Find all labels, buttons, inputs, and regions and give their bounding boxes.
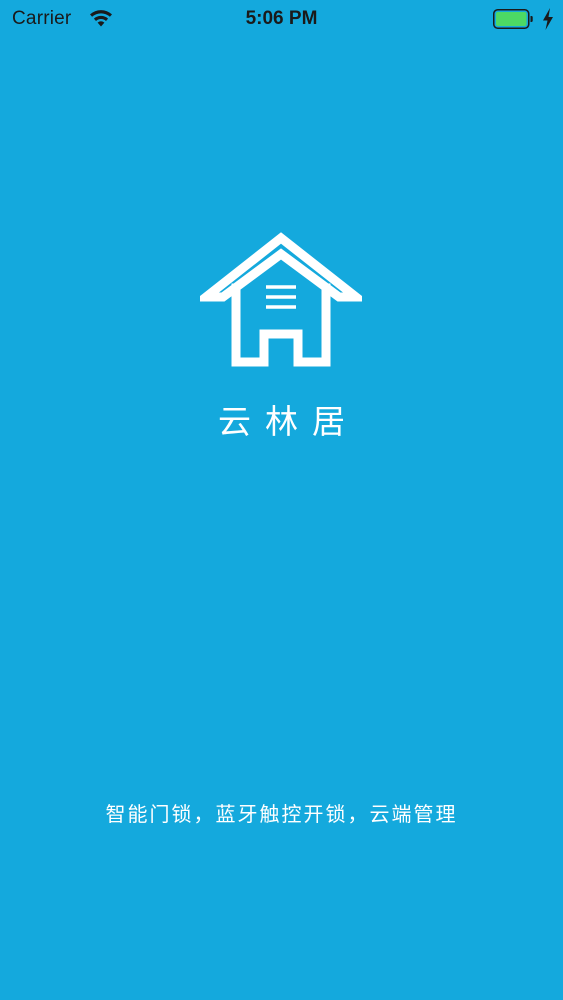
- app-name: 云林居: [218, 402, 359, 441]
- battery-full-icon: [493, 9, 533, 29]
- charging-bolt-icon: [543, 8, 553, 30]
- status-bar: Carrier 5:06 PM: [0, 0, 563, 40]
- status-time: 5:06 PM: [245, 8, 318, 29]
- splash-screen: Carrier 5:06 PM 云林居 智能门锁，蓝牙触控开锁，云端管理: [0, 0, 563, 1000]
- house-icon: [200, 232, 362, 367]
- tagline: 智能门锁，蓝牙触控开锁，云端管理: [105, 802, 458, 826]
